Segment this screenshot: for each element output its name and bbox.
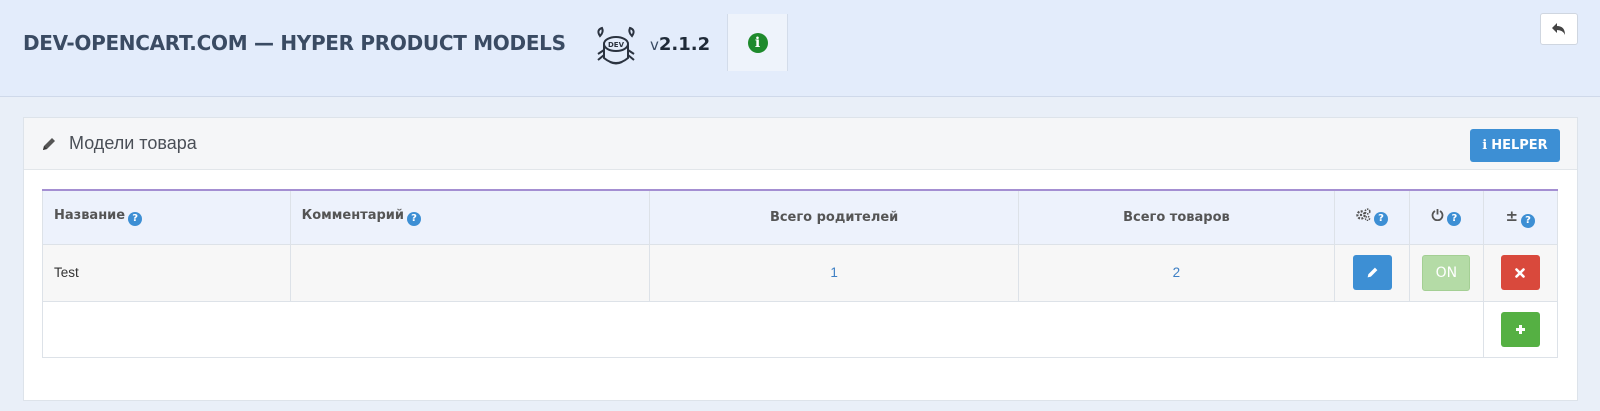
- helper-button[interactable]: i HELPER: [1470, 129, 1560, 162]
- info-circle-icon: i: [747, 32, 768, 53]
- help-icon[interactable]: ?: [1521, 213, 1536, 228]
- column-header-settings: ?: [1333, 189, 1411, 245]
- info-icon: i: [1482, 138, 1488, 153]
- panel-header: Модели товара i HELPER: [24, 118, 1577, 170]
- column-header-comment: Комментарий?: [289, 189, 651, 245]
- version-number: 2.1.2: [658, 34, 711, 55]
- help-icon[interactable]: ?: [407, 212, 422, 227]
- help-icon[interactable]: ?: [1447, 212, 1462, 227]
- cell-products-link[interactable]: 2: [1018, 243, 1335, 302]
- table-row: Test 1 2 ON: [42, 243, 1559, 302]
- plus-icon: [1515, 324, 1525, 334]
- cell-comment: [289, 243, 651, 302]
- help-icon[interactable]: ?: [1374, 212, 1389, 227]
- info-button[interactable]: i: [727, 14, 788, 71]
- delete-button[interactable]: [1500, 255, 1540, 290]
- column-header-status: ?: [1409, 189, 1484, 245]
- column-header-actions: ±?: [1482, 189, 1559, 245]
- pencil-icon: [1367, 267, 1377, 278]
- help-icon[interactable]: ?: [128, 212, 143, 227]
- plus-minus-icon: ±: [1505, 206, 1519, 225]
- models-table: Название? Комментарий? Всего родителей В…: [42, 189, 1559, 358]
- column-header-parents: Всего родителей: [649, 189, 1020, 245]
- models-panel: Модели товара i HELPER Название? Коммент…: [23, 117, 1578, 401]
- cogs-icon: [1356, 208, 1371, 222]
- cell-parents-link[interactable]: 1: [649, 243, 1020, 302]
- version-label: v2.1.2: [650, 34, 711, 55]
- app-title: DEV-OPENCART.COM — HYPER PRODUCT MODELS: [23, 31, 566, 55]
- table-header-row: Название? Комментарий? Всего родителей В…: [42, 189, 1559, 245]
- add-row: [42, 300, 1559, 358]
- pencil-icon: [43, 137, 55, 150]
- add-model-button[interactable]: [1500, 311, 1540, 347]
- edit-button[interactable]: [1352, 255, 1392, 290]
- app-header: DEV-OPENCART.COM — HYPER PRODUCT MODELS …: [0, 0, 1600, 97]
- cell-name: Test: [42, 243, 291, 302]
- logo-text: DEV: [608, 41, 625, 49]
- power-icon: [1432, 209, 1444, 222]
- column-header-name: Название?: [42, 189, 291, 245]
- status-toggle[interactable]: ON: [1422, 254, 1471, 291]
- crab-logo-icon: DEV: [590, 22, 642, 74]
- reply-icon: [1552, 23, 1565, 35]
- back-button[interactable]: [1540, 13, 1578, 45]
- close-icon: [1515, 267, 1526, 278]
- panel-title: Модели товара: [69, 133, 197, 153]
- column-header-products: Всего товаров: [1018, 189, 1335, 245]
